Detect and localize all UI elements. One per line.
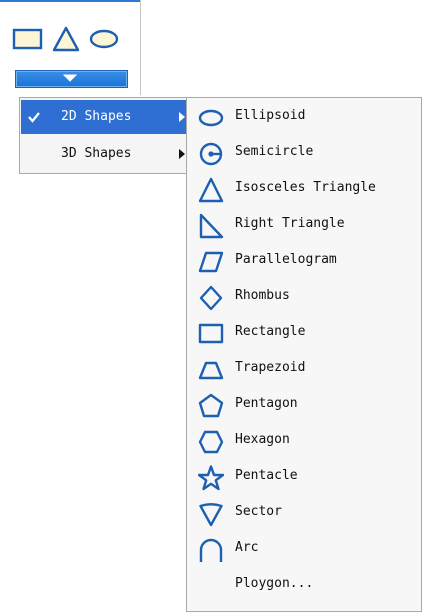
submenu-arrow-icon [179,112,185,122]
toolbar-shape-icons [12,24,120,54]
shapes-menu: 2D Shapes 3D Shapes [19,97,194,174]
submenu-item-label: Pentacle [235,468,298,483]
submenu-item-pentagon[interactable]: Pentagon [187,388,421,422]
submenu-item-label: Isosceles Triangle [235,180,376,195]
submenu-item-sector[interactable]: Sector [187,496,421,530]
submenu-item-label: Pentagon [235,396,298,411]
ellipse-icon[interactable] [88,28,120,50]
parallelogram-icon [198,251,224,273]
menu-item-label: 3D Shapes [61,146,132,161]
submenu-item-label: Parallelogram [235,252,337,267]
menu-item-2d-shapes[interactable]: 2D Shapes [21,100,192,134]
submenu-item-label: Ellipsoid [235,108,306,123]
rhombus-icon [199,285,223,311]
arc-icon [199,538,223,562]
submenu-item-ellipsoid[interactable]: Ellipsoid [187,100,421,134]
submenu-item-right-triangle[interactable]: Right Triangle [187,208,421,242]
submenu-item-arc[interactable]: Arc [187,532,421,566]
star-icon [198,465,224,491]
submenu-item-pentacle[interactable]: Pentacle [187,460,421,494]
submenu-item-hexagon[interactable]: Hexagon [187,424,421,458]
right-triangle-icon [199,213,224,239]
chevron-down-icon [62,74,78,82]
2d-shapes-submenu: Ellipsoid Semicircle Isosceles Triangle … [186,97,422,612]
submenu-item-polygon[interactable]: Ploygon... [187,568,421,602]
checkmark-icon [28,112,40,123]
ellipse-icon [198,109,224,127]
submenu-item-label: Semicircle [235,144,314,159]
sector-icon [199,503,223,527]
submenu-item-label: Sector [235,504,282,519]
rectangle-icon[interactable] [12,27,44,51]
shapes-dropdown-button[interactable] [15,70,128,88]
submenu-item-label: Arc [235,540,259,555]
submenu-item-label: Rhombus [235,288,290,303]
submenu-item-rectangle[interactable]: Rectangle [187,316,421,350]
rectangle-icon [198,323,224,344]
submenu-item-trapezoid[interactable]: Trapezoid [187,352,421,386]
hexagon-icon [198,430,224,454]
menu-item-3d-shapes[interactable]: 3D Shapes [21,137,192,171]
submenu-item-label: Ploygon... [235,576,314,591]
menu-item-label: 2D Shapes [61,109,132,124]
semicircle-icon [199,142,223,166]
submenu-item-parallelogram[interactable]: Parallelogram [187,244,421,278]
submenu-item-label: Trapezoid [235,360,306,375]
submenu-item-semicircle[interactable]: Semicircle [187,136,421,170]
trapezoid-icon [198,361,224,380]
submenu-arrow-icon [179,149,185,159]
submenu-item-label: Right Triangle [235,216,345,231]
submenu-item-rhombus[interactable]: Rhombus [187,280,421,314]
isosceles-triangle-icon [198,177,224,203]
submenu-item-isosceles-triangle[interactable]: Isosceles Triangle [187,172,421,206]
submenu-item-label: Hexagon [235,432,290,447]
shape-toolbar [0,0,140,94]
toolbar-divider [140,0,141,95]
submenu-item-label: Rectangle [235,324,306,339]
triangle-icon[interactable] [52,25,80,53]
pentagon-icon [198,393,224,418]
